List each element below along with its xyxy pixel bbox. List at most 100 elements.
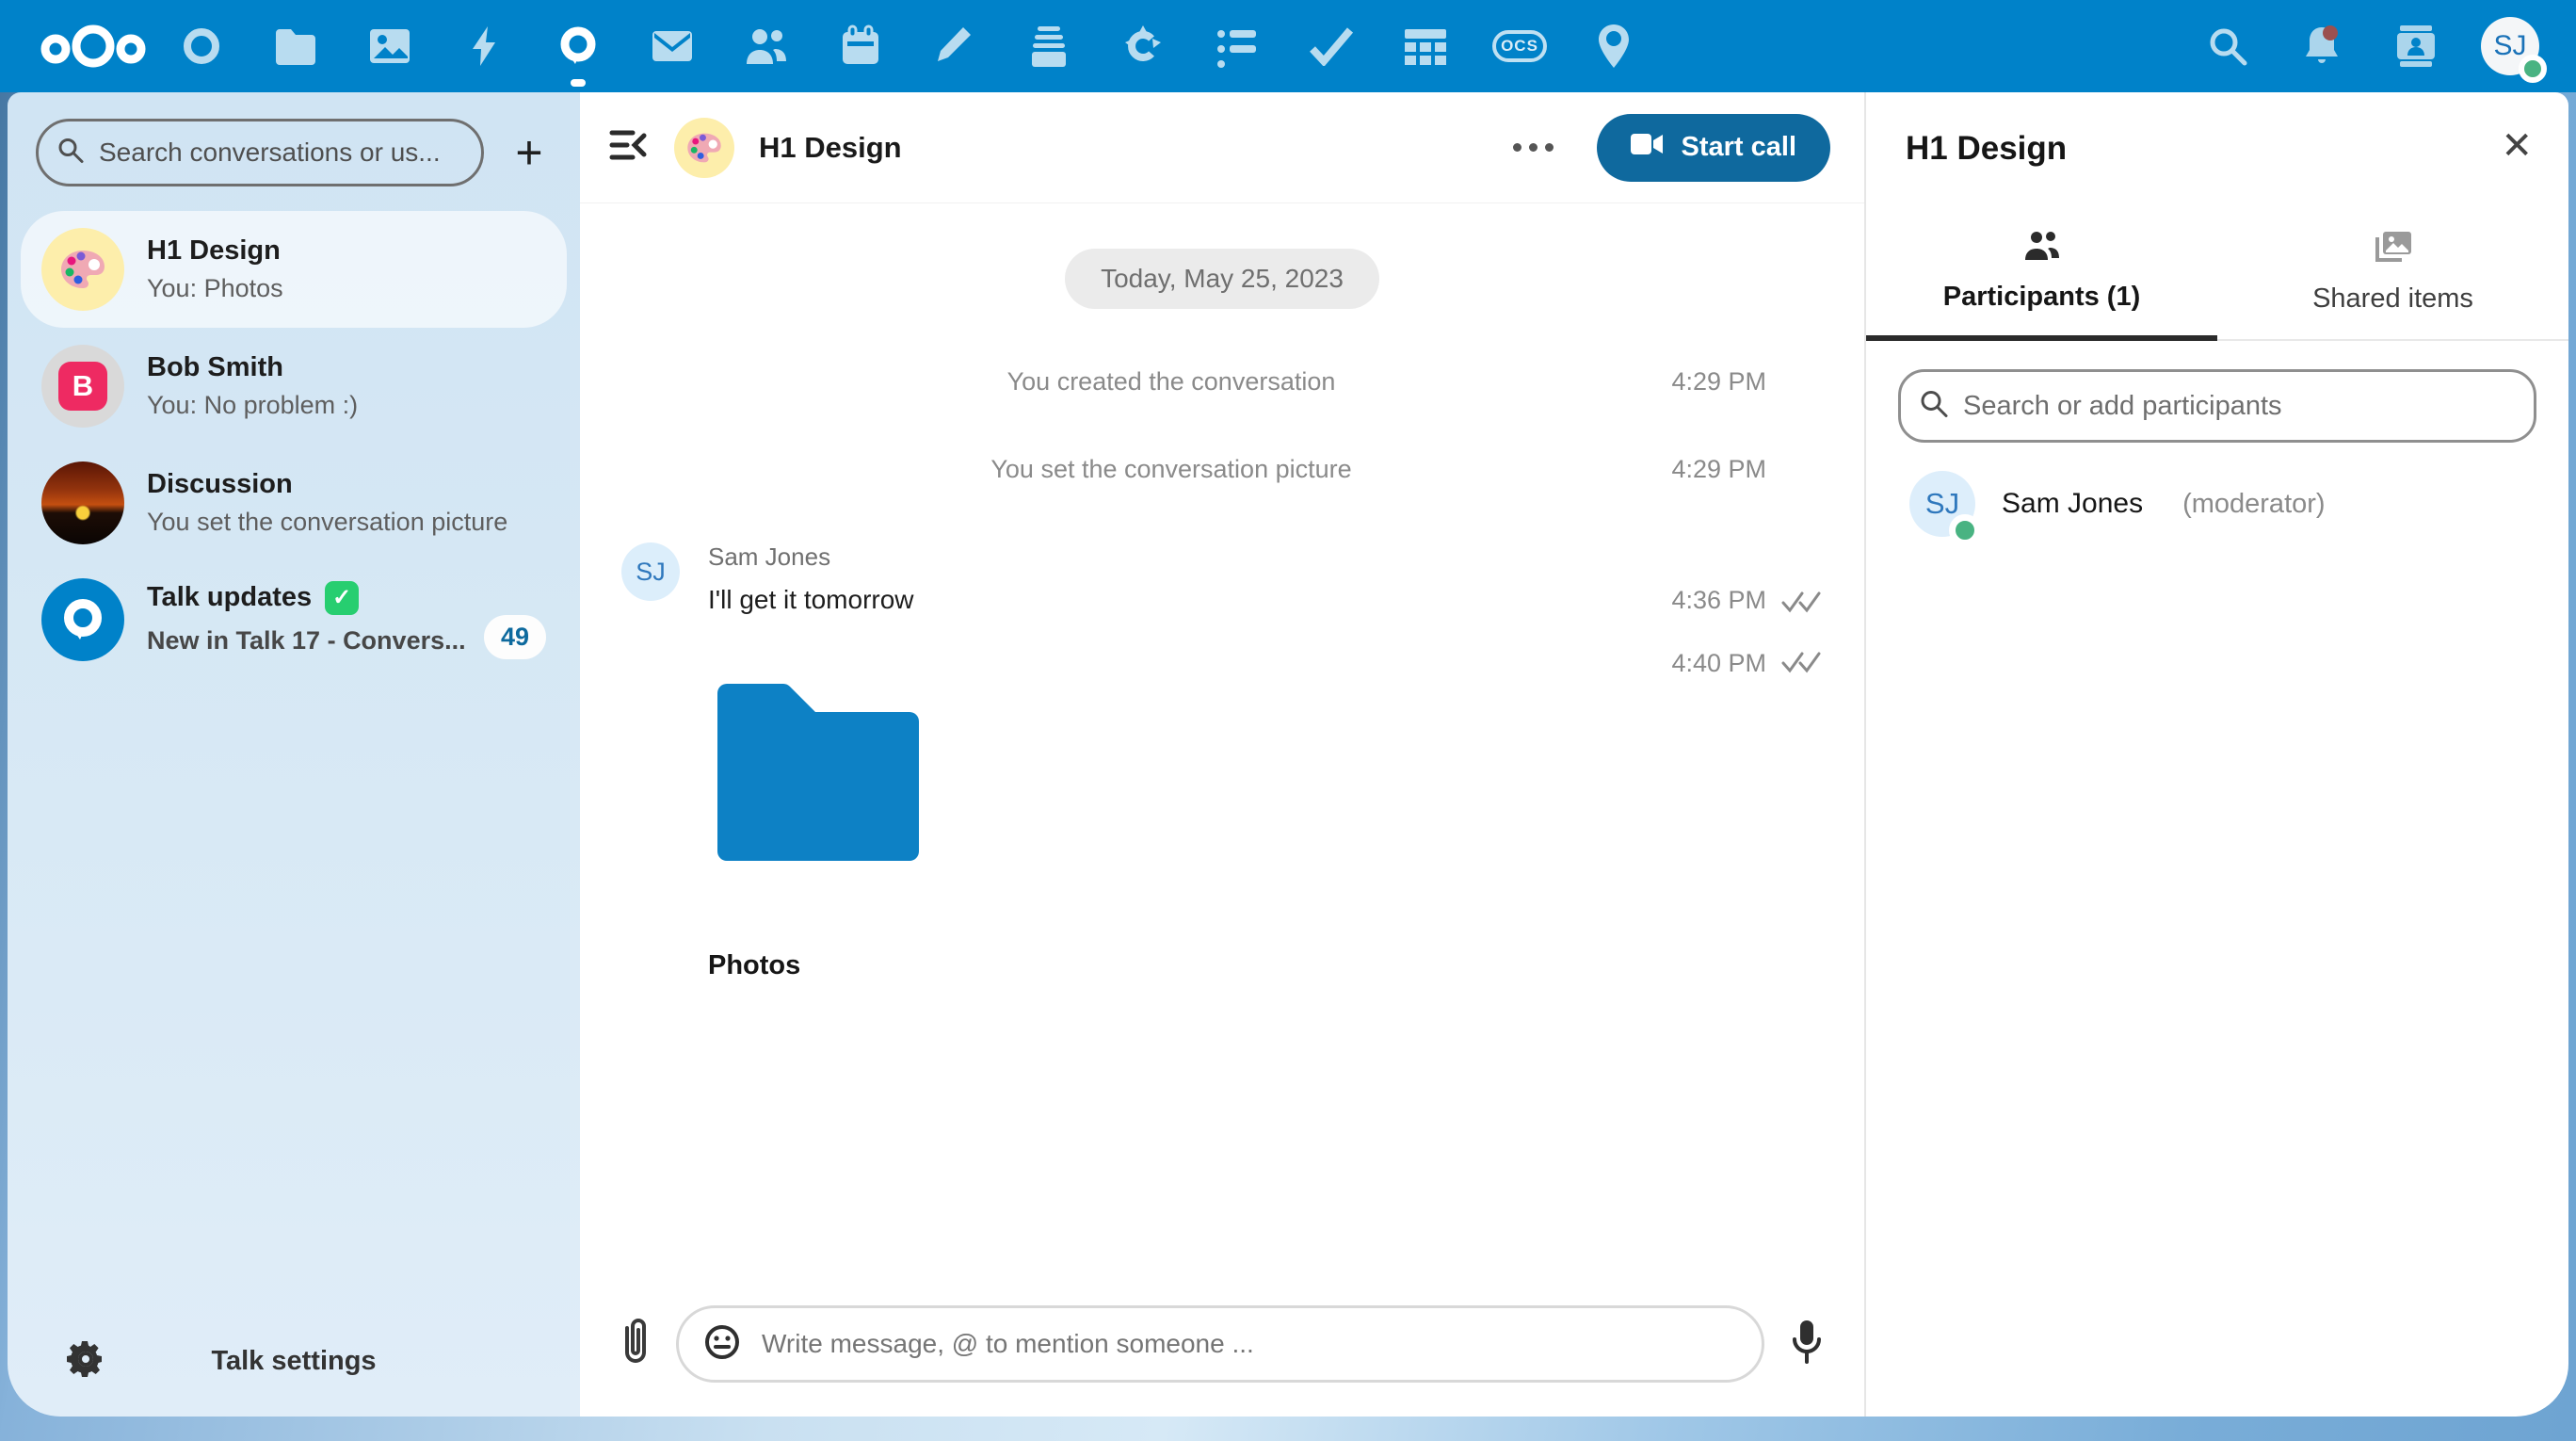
collapse-sidebar-icon[interactable] xyxy=(608,128,650,167)
tab-shared-items-label: Shared items xyxy=(2312,283,2473,315)
participant-name: Sam Jones xyxy=(2002,488,2143,520)
details-tabs: Participants (1) Shared items xyxy=(1866,230,2568,341)
start-call-button[interactable]: Start call xyxy=(1597,114,1831,182)
ocs-icon[interactable]: OCS xyxy=(1473,0,1567,92)
talk-logo-avatar xyxy=(41,578,124,661)
message-time: 4:36 PM xyxy=(1634,586,1766,615)
online-status-dot xyxy=(1949,514,1981,546)
nextcloud-logo[interactable] xyxy=(32,0,154,92)
conversation-name: Talk updates xyxy=(147,582,312,613)
message-input-bar xyxy=(580,1296,1864,1417)
photo-avatar xyxy=(41,461,124,544)
conversation-name: Discussion xyxy=(147,469,546,500)
conversation-menu-button[interactable] xyxy=(1494,124,1572,170)
conversations-search-input[interactable] xyxy=(36,119,484,186)
read-receipt-icon xyxy=(1766,649,1823,675)
conversation-item-bob-smith[interactable]: B Bob Smith You: No problem :) xyxy=(21,328,567,445)
dashboard-icon[interactable] xyxy=(154,0,249,92)
deck-icon[interactable] xyxy=(1002,0,1096,92)
notifications-bell-icon[interactable] xyxy=(2275,0,2369,92)
maps-icon[interactable] xyxy=(1567,0,1661,92)
online-status-dot xyxy=(2519,55,2547,83)
system-message: You created the conversation 4:29 PM xyxy=(621,367,1823,397)
participants-search-input[interactable] xyxy=(1898,369,2536,443)
shared-folder-attachment[interactable]: Photos xyxy=(708,678,1823,981)
check-emoji-icon: ✓ xyxy=(325,581,359,615)
forms-icon[interactable] xyxy=(1190,0,1284,92)
message-list: Today, May 25, 2023 You created the conv… xyxy=(580,203,1864,1296)
chat-title: H1 Design xyxy=(759,131,902,165)
read-receipt-icon xyxy=(1766,589,1823,615)
video-camera-icon xyxy=(1631,132,1665,164)
chat-view: H1 Design Start call Today, May 25, 2023… xyxy=(580,92,1866,1417)
folder-icon xyxy=(708,852,923,868)
participant-role: (moderator) xyxy=(2182,489,2326,520)
search-icon[interactable] xyxy=(2181,0,2275,92)
system-message: You set the conversation picture 4:29 PM xyxy=(621,455,1823,484)
ocs-badge-label: OCS xyxy=(1492,30,1547,62)
voice-record-icon[interactable] xyxy=(1791,1319,1823,1370)
sender-avatar: SJ xyxy=(621,542,680,601)
notes-icon[interactable] xyxy=(908,0,1002,92)
shared-items-icon xyxy=(2374,230,2413,268)
activity-icon[interactable] xyxy=(437,0,531,92)
participants-icon xyxy=(2022,230,2062,267)
top-bar: OCS SJ xyxy=(0,0,2576,92)
contacts-icon[interactable] xyxy=(719,0,813,92)
message-time: 4:29 PM xyxy=(1634,455,1766,484)
tables-icon[interactable] xyxy=(1378,0,1473,92)
files-icon[interactable] xyxy=(249,0,343,92)
conversation-last-message: New in Talk 17 - Convers... xyxy=(147,626,466,656)
close-icon[interactable]: ✕ xyxy=(2501,124,2533,168)
chat-message: SJ Sam Jones I'll get it tomorrow 4:36 P… xyxy=(621,542,1823,615)
message-text: I'll get it tomorrow xyxy=(708,585,1634,615)
gear-icon xyxy=(66,1339,105,1384)
conversation-item-discussion[interactable]: Discussion You set the conversation pict… xyxy=(21,445,567,561)
message-time: 4:40 PM xyxy=(1634,649,1766,678)
search-icon xyxy=(1919,389,1949,424)
talk-icon[interactable] xyxy=(531,0,625,92)
participant-avatar: SJ xyxy=(1909,471,1975,537)
contacts-menu-icon[interactable] xyxy=(2369,0,2463,92)
conversation-name: H1 Design xyxy=(147,235,546,267)
attach-file-icon[interactable] xyxy=(621,1319,650,1370)
message-input[interactable] xyxy=(762,1329,1737,1359)
letter-avatar: B xyxy=(41,345,124,428)
user-avatar-initials: SJ xyxy=(2493,30,2526,62)
participant-row[interactable]: SJ Sam Jones (moderator) xyxy=(1889,458,2546,550)
calendar-icon[interactable] xyxy=(813,0,908,92)
tab-participants-label: Participants (1) xyxy=(1943,282,2141,313)
tab-shared-items[interactable]: Shared items xyxy=(2217,230,2568,341)
conversation-avatar xyxy=(674,118,734,178)
conversations-sidebar: + H1 Design You: Photos B Bob Smith You:… xyxy=(8,92,580,1417)
conversation-item-talk-updates[interactable]: Talk updates ✓ New in Talk 17 - Convers.… xyxy=(21,561,567,678)
conversation-last-message: You set the conversation picture xyxy=(147,508,546,537)
file-name: Photos xyxy=(708,950,1823,981)
conversation-list: H1 Design You: Photos B Bob Smith You: N… xyxy=(8,207,580,678)
app-content: + H1 Design You: Photos B Bob Smith You:… xyxy=(8,92,2568,1417)
search-icon xyxy=(56,137,85,170)
system-message-text: You created the conversation xyxy=(708,367,1634,397)
message-time: 4:29 PM xyxy=(1634,367,1766,397)
photos-icon[interactable] xyxy=(343,0,437,92)
file-message: 4:40 PM Photos xyxy=(621,649,1823,981)
conversation-details-sidebar: H1 Design ✕ Participants (1) Shared item… xyxy=(1866,92,2568,1417)
unread-count-badge: 49 xyxy=(484,615,546,659)
conversation-name: Bob Smith xyxy=(147,352,546,383)
start-call-label: Start call xyxy=(1682,132,1797,163)
chat-header: H1 Design Start call xyxy=(580,92,1864,203)
system-message-text: You set the conversation picture xyxy=(708,455,1634,484)
emoji-picker-icon[interactable] xyxy=(703,1323,741,1366)
talk-settings-button[interactable]: Talk settings xyxy=(8,1305,580,1417)
date-separator: Today, May 25, 2023 xyxy=(1065,249,1379,309)
details-title: H1 Design xyxy=(1866,92,2568,168)
new-conversation-button[interactable]: + xyxy=(503,126,555,179)
mail-icon[interactable] xyxy=(625,0,719,92)
collectives-icon[interactable] xyxy=(1096,0,1190,92)
conversation-last-message: You: No problem :) xyxy=(147,391,546,420)
conversation-last-message: You: Photos xyxy=(147,274,546,303)
tab-participants[interactable]: Participants (1) xyxy=(1866,230,2217,341)
conversation-item-h1-design[interactable]: H1 Design You: Photos xyxy=(21,211,567,328)
user-avatar[interactable]: SJ xyxy=(2463,0,2557,92)
tasks-icon[interactable] xyxy=(1284,0,1378,92)
